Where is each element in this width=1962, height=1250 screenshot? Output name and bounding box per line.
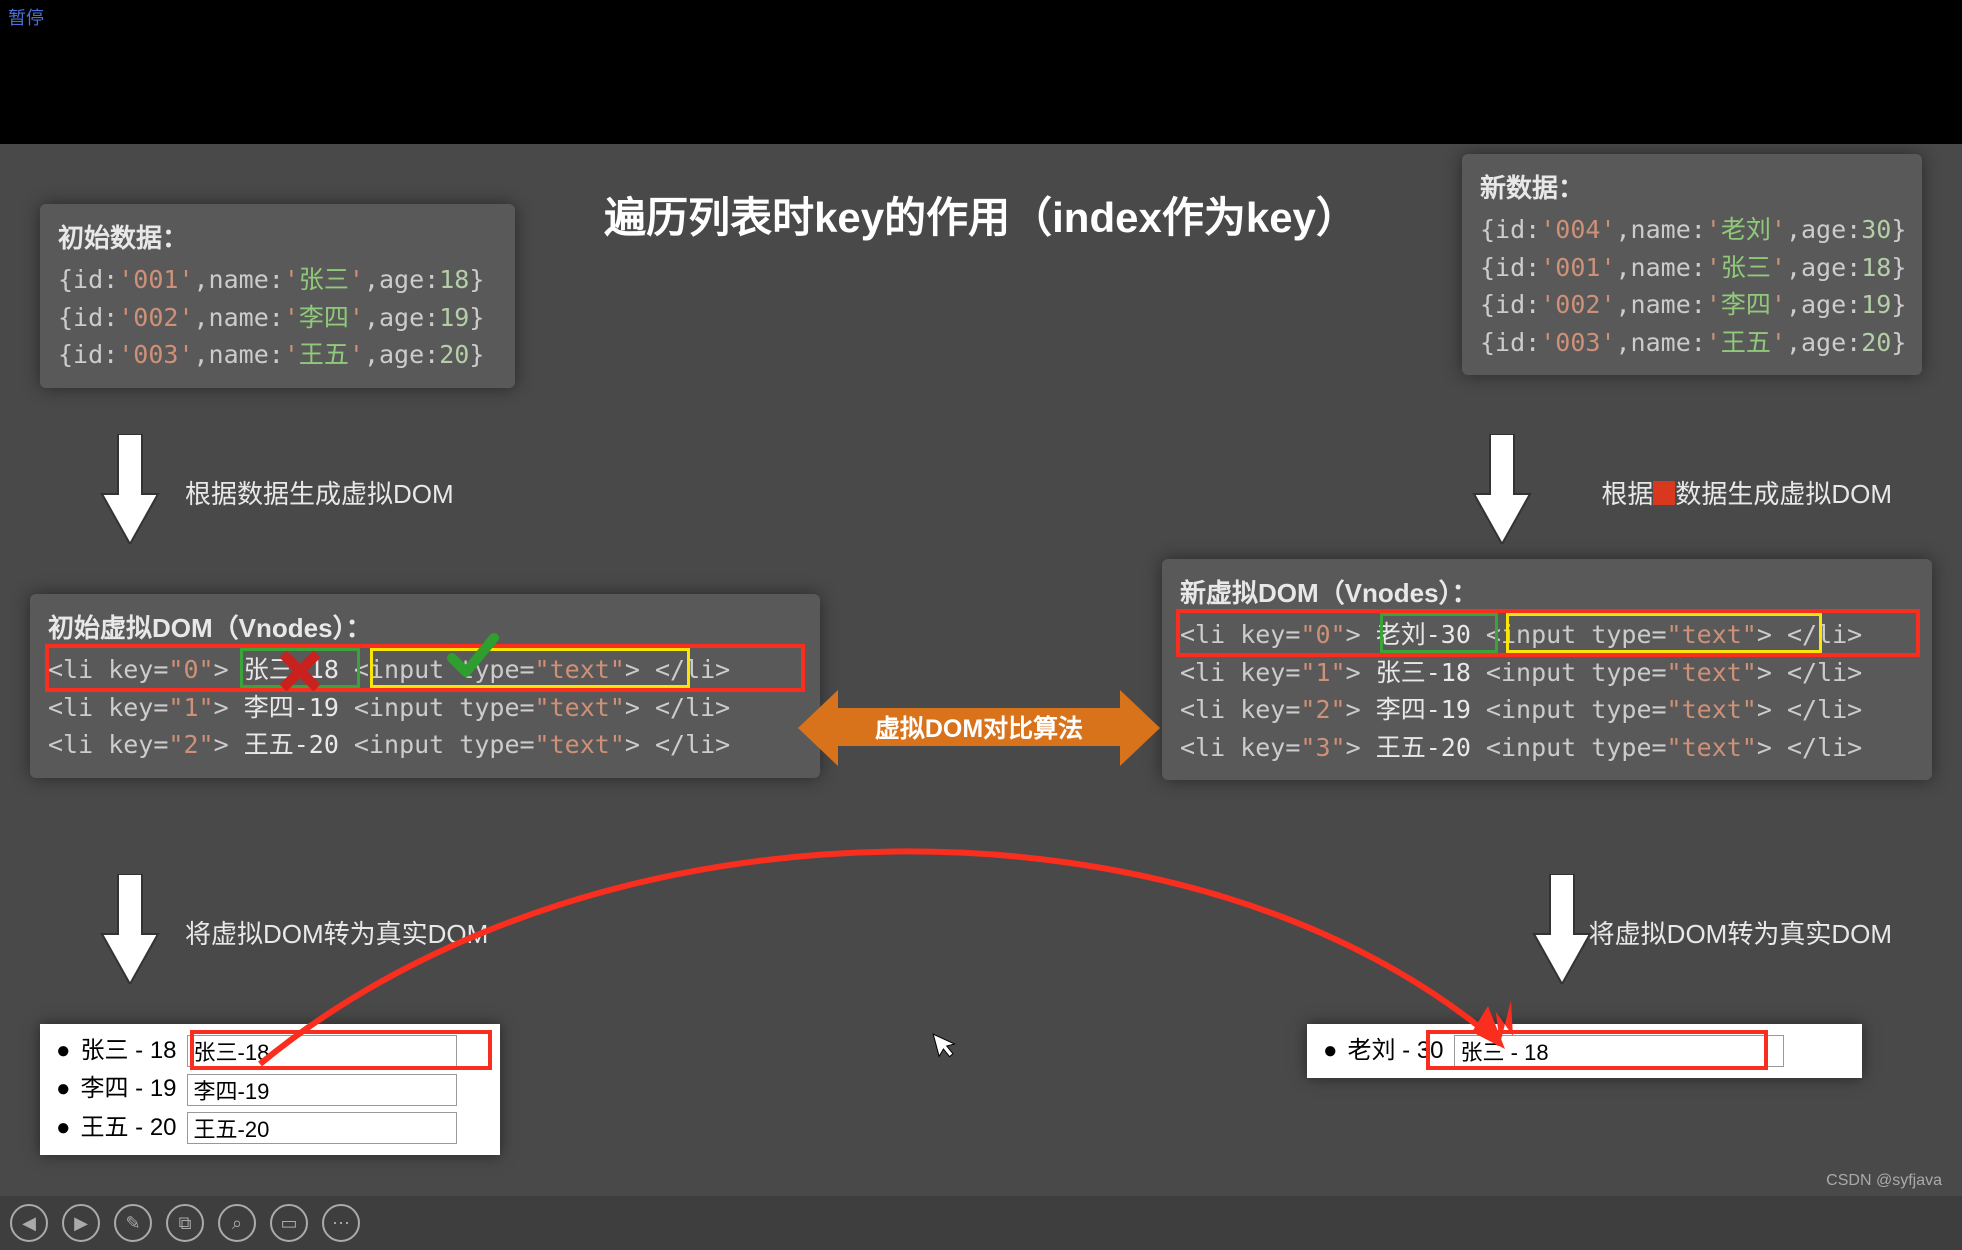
text-input[interactable] xyxy=(187,1112,457,1144)
data-row: {id:'001',name:'张三',age:18} xyxy=(58,261,497,299)
vnode-row: <li key="3"> 王五-20 <input type="text"> <… xyxy=(1180,729,1914,767)
watermark: CSDN @syfjava xyxy=(1826,1172,1942,1190)
black-band xyxy=(0,30,1962,144)
caption-gen-vdom: 根据数据生成虚拟DOM xyxy=(1601,474,1892,511)
caption-to-real-dom: 将虚拟DOM转为真实DOM xyxy=(185,914,488,951)
highlight-block xyxy=(1653,481,1675,505)
panel-new-data: 新数据： {id:'004',name:'老刘',age:30} {id:'00… xyxy=(1462,154,1922,375)
data-row: {id:'003',name:'王五',age:20} xyxy=(58,336,497,374)
copy-button[interactable]: ⧉ xyxy=(166,1204,204,1242)
arrow-down-icon xyxy=(1472,434,1532,544)
dom-row: ●李四 - 19 xyxy=(50,1070,484,1108)
check-mark-icon xyxy=(446,628,500,695)
panel-initial-data: 初始数据： {id:'001',name:'张三',age:18} {id:'0… xyxy=(40,204,515,388)
diagram-stage: 遍历列表时key的作用（index作为key） 初始数据： {id:'001',… xyxy=(0,144,1962,1196)
dom-row: ●老刘 - 30 xyxy=(1317,1032,1846,1070)
panel-title: 新数据： xyxy=(1480,168,1904,205)
bullet-icon: ● xyxy=(56,1032,71,1070)
arrow-down-icon xyxy=(100,434,160,544)
prev-button[interactable]: ◀ xyxy=(10,1204,48,1242)
data-row: {id:'003',name:'王五',age:20} xyxy=(1480,324,1904,362)
panel-initial-vnodes: 初始虚拟DOM（Vnodes）： <li key="0"> 张三-18 <inp… xyxy=(30,594,820,778)
arrow-right-head-icon xyxy=(1120,690,1160,766)
bullet-icon: ● xyxy=(56,1109,71,1147)
next-button[interactable]: ▶ xyxy=(62,1204,100,1242)
panel-title: 新虚拟DOM（Vnodes）： xyxy=(1180,573,1914,610)
panel-title: 初始数据： xyxy=(58,218,497,255)
text-input[interactable] xyxy=(187,1035,457,1067)
data-row: {id:'002',name:'李四',age:19} xyxy=(58,299,497,337)
cursor-icon xyxy=(932,1028,962,1067)
text-input[interactable] xyxy=(1454,1035,1784,1067)
vnode-row: <li key="2"> 王五-20 <input type="text"> <… xyxy=(48,726,802,764)
bottom-toolbar: ◀ ▶ ✎ ⧉ ⌕ ▭ ⋯ xyxy=(0,1196,1962,1250)
text-input[interactable] xyxy=(187,1074,457,1106)
data-row: {id:'002',name:'李四',age:19} xyxy=(1480,286,1904,324)
x-mark-icon xyxy=(280,648,320,688)
screen-button[interactable]: ▭ xyxy=(270,1204,308,1242)
pen-button[interactable]: ✎ xyxy=(114,1204,152,1242)
dom-row: ●张三 - 18 xyxy=(50,1032,484,1070)
arrow-left-head-icon xyxy=(798,690,838,766)
caption-gen-vdom: 根据数据生成虚拟DOM xyxy=(185,474,454,511)
pause-link[interactable]: 暂停 xyxy=(8,4,44,30)
dom-list-new: ●老刘 - 30 xyxy=(1307,1024,1862,1078)
panel-title: 初始虚拟DOM（Vnodes）： xyxy=(48,608,802,645)
bullet-icon: ● xyxy=(1323,1032,1338,1070)
caption-to-real-dom: 将虚拟DOM转为真实DOM xyxy=(1589,914,1892,951)
bullet-icon: ● xyxy=(56,1070,71,1108)
data-row: {id:'001',name:'张三',age:18} xyxy=(1480,249,1904,287)
vnode-row: <li key="1"> 张三-18 <input type="text"> <… xyxy=(1180,654,1914,692)
dom-list-initial: ●张三 - 18 ●李四 - 19 ●王五 - 20 xyxy=(40,1024,500,1155)
vnode-row: <li key="0"> 张三-18 <input type="text"> <… xyxy=(48,651,802,689)
dom-row: ●王五 - 20 xyxy=(50,1109,484,1147)
vnode-row: <li key="0"> 老刘-30 <input type="text"> <… xyxy=(1180,616,1914,654)
compare-arrow-label: 虚拟DOM对比算法 xyxy=(834,708,1124,746)
panel-new-vnodes: 新虚拟DOM（Vnodes）： <li key="0"> 老刘-30 <inpu… xyxy=(1162,559,1932,780)
arrow-down-icon xyxy=(1532,874,1592,984)
more-button[interactable]: ⋯ xyxy=(322,1204,360,1242)
data-row: {id:'004',name:'老刘',age:30} xyxy=(1480,211,1904,249)
top-bar: 暂停 xyxy=(0,0,1962,30)
vnode-row: <li key="2"> 李四-19 <input type="text"> <… xyxy=(1180,691,1914,729)
arrow-down-icon xyxy=(100,874,160,984)
vnode-row: <li key="1"> 李四-19 <input type="text"> <… xyxy=(48,689,802,727)
zoom-button[interactable]: ⌕ xyxy=(218,1204,256,1242)
